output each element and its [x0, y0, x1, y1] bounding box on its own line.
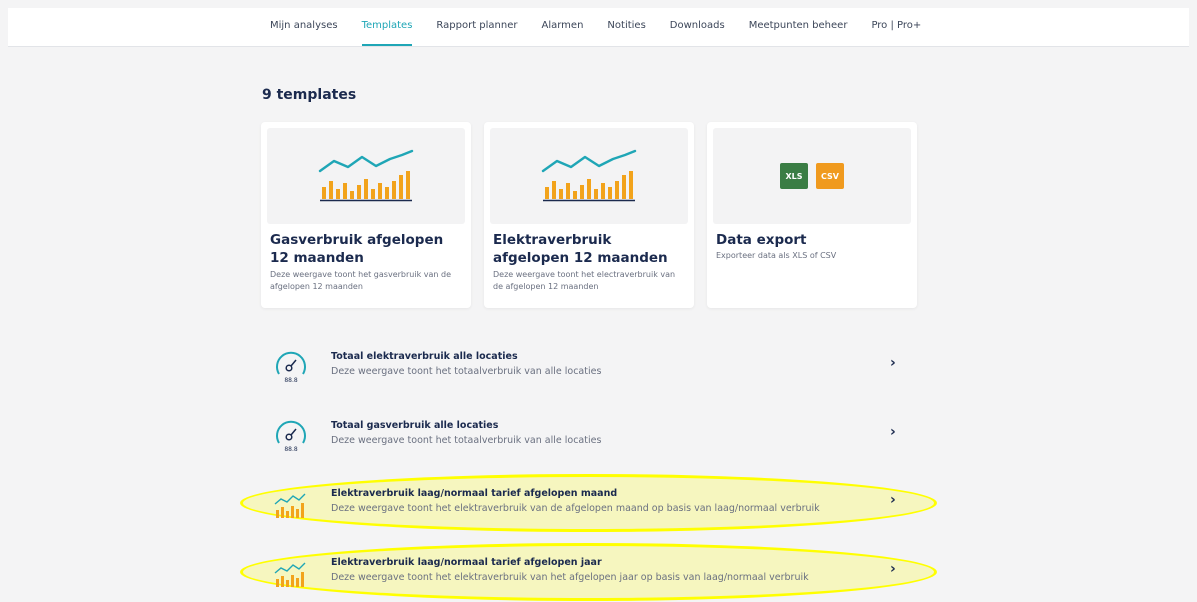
- bar-line-chart-icon: [318, 149, 414, 202]
- list-item-description: Deze weergave toont het elektraverbruik …: [331, 503, 820, 514]
- bar-line-chart-icon: [274, 493, 306, 518]
- card-thumbnail: [490, 128, 688, 224]
- card-description: Deze weergave toont het gasverbruik van …: [270, 270, 451, 291]
- list-item-elektraverbruik-jaar[interactable]: Elektraverbruik laag/normaal tarief afge…: [262, 543, 917, 599]
- list-item-totaal-elektraverbruik[interactable]: 88.8 Totaal elektraverbruik alle locatie…: [262, 337, 917, 393]
- list-item-description: Deze weergave toont het elektraverbruik …: [331, 572, 809, 583]
- list-item-description: Deze weergave toont het totaalverbruik v…: [331, 435, 602, 446]
- gauge-icon: 88.8: [276, 420, 306, 453]
- card-thumbnail: [267, 128, 465, 224]
- card-title: Elektraverbruik afgelopen 12 maanden: [493, 232, 668, 266]
- bar-line-chart-icon: [541, 149, 637, 202]
- template-card-elektraverbruik[interactable]: Elektraverbruik afgelopen 12 maanden Dez…: [484, 122, 694, 308]
- list-item-title: Elektraverbruik laag/normaal tarief afge…: [331, 557, 602, 568]
- tab-pro[interactable]: Pro | Pro+: [871, 8, 921, 46]
- card-title: Gasverbruik afgelopen 12 maanden: [270, 232, 444, 266]
- chevron-right-icon[interactable]: ›: [890, 355, 896, 371]
- chevron-right-icon[interactable]: ›: [890, 561, 896, 577]
- card-title: Data export: [716, 232, 807, 248]
- gauge-value: 88.8: [284, 377, 298, 384]
- gauge-icon: 88.8: [276, 351, 306, 384]
- chevron-right-icon[interactable]: ›: [890, 492, 896, 508]
- tab-alarmen[interactable]: Alarmen: [542, 8, 584, 46]
- gauge-value: 88.8: [284, 446, 298, 453]
- list-item-title: Totaal gasverbruik alle locaties: [331, 420, 499, 431]
- tab-templates[interactable]: Templates: [361, 8, 413, 46]
- card-description: Exporteer data als XLS of CSV: [716, 251, 837, 260]
- page-title: 9 templates: [262, 87, 357, 103]
- tab-mijn-analyses[interactable]: Mijn analyses: [270, 8, 338, 46]
- chevron-right-icon[interactable]: ›: [890, 424, 896, 440]
- top-nav-bar: Mijn analyses Templates Rapport planner …: [8, 8, 1189, 47]
- nav-tabs: Mijn analyses Templates Rapport planner …: [270, 8, 945, 46]
- tab-downloads[interactable]: Downloads: [670, 8, 725, 46]
- bar-line-chart-icon: [274, 562, 306, 587]
- xls-file-icon: XLS: [780, 163, 808, 189]
- tab-notities[interactable]: Notities: [607, 8, 645, 46]
- template-card-data-export[interactable]: XLS CSV Data export Exporteer data als X…: [707, 122, 917, 308]
- card-description: Deze weergave toont het electraverbruik …: [493, 270, 676, 291]
- card-thumbnail: XLS CSV: [713, 128, 911, 224]
- list-item-description: Deze weergave toont het totaalverbruik v…: [331, 366, 602, 377]
- csv-file-icon: CSV: [816, 163, 844, 189]
- list-item-elektraverbruik-maand[interactable]: Elektraverbruik laag/normaal tarief afge…: [262, 474, 917, 530]
- tab-rapport-planner[interactable]: Rapport planner: [436, 8, 517, 46]
- template-card-gasverbruik[interactable]: Gasverbruik afgelopen 12 maanden Deze we…: [261, 122, 471, 308]
- list-item-title: Elektraverbruik laag/normaal tarief afge…: [331, 488, 618, 499]
- list-item-totaal-gasverbruik[interactable]: 88.8 Totaal gasverbruik alle locaties De…: [262, 406, 917, 462]
- list-item-title: Totaal elektraverbruik alle locaties: [331, 351, 518, 362]
- tab-meetpunten-beheer[interactable]: Meetpunten beheer: [749, 8, 848, 46]
